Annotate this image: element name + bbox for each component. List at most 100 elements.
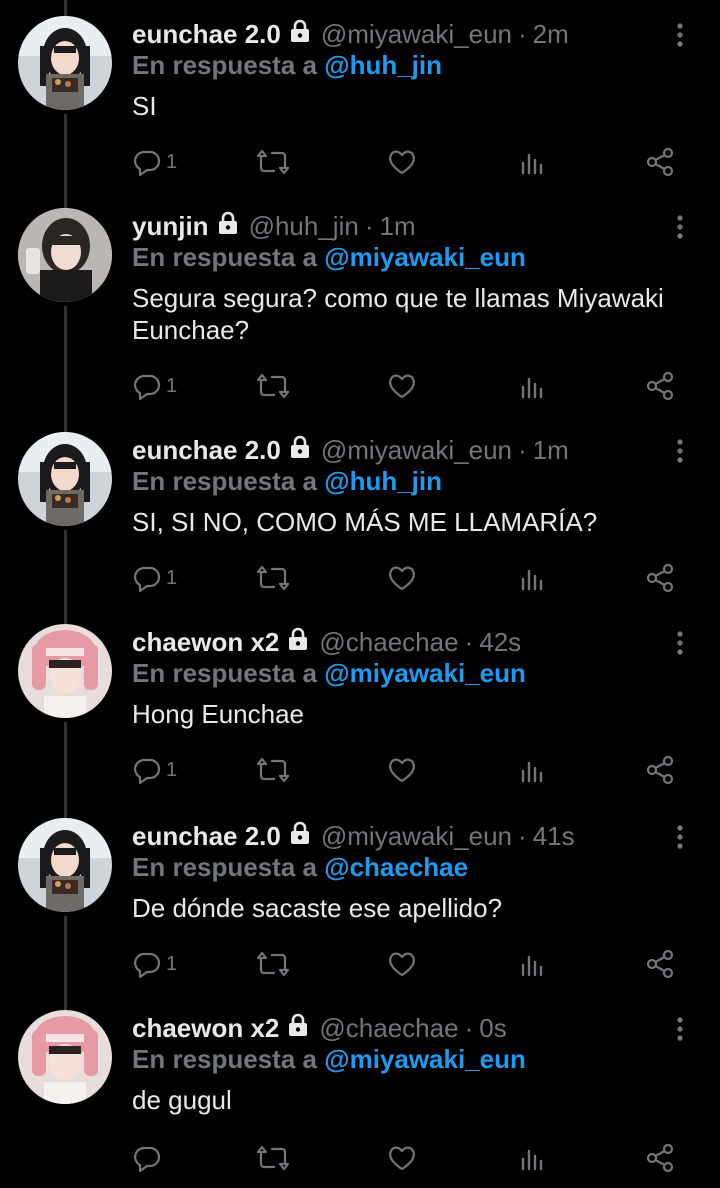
heart-icon <box>386 563 418 593</box>
timestamp[interactable]: 0s <box>479 1013 506 1044</box>
reply-button[interactable]: 1 <box>132 366 177 406</box>
replying-to: En respuesta a @chaechae <box>132 852 468 883</box>
more-vertical-icon[interactable] <box>670 628 690 658</box>
like-button[interactable] <box>386 944 418 984</box>
analytics-icon <box>518 371 546 401</box>
replying-to: En respuesta a @miyawaki_eun <box>132 658 526 689</box>
more-vertical-icon[interactable] <box>670 1014 690 1044</box>
reply-button[interactable]: 1 <box>132 142 177 182</box>
retweet-button[interactable] <box>256 366 290 406</box>
lock-icon <box>287 820 313 853</box>
heart-icon <box>386 147 418 177</box>
reply-button[interactable]: 1 <box>132 750 177 790</box>
display-name[interactable]: chaewon x2 <box>132 627 279 658</box>
share-button[interactable] <box>644 750 676 790</box>
timestamp[interactable]: 1m <box>379 211 415 242</box>
share-button[interactable] <box>644 944 676 984</box>
display-name[interactable]: chaewon x2 <box>132 1013 279 1044</box>
user-handle[interactable]: @chaechae <box>319 1013 458 1044</box>
display-name[interactable]: eunchae 2.0 <box>132 435 281 466</box>
share-button[interactable] <box>644 558 676 598</box>
share-icon <box>644 1142 676 1174</box>
views-button[interactable] <box>518 944 546 984</box>
display-name[interactable]: yunjin <box>132 211 209 242</box>
tweet-header: eunchae 2.0 @miyawaki_eun · 41s <box>132 818 575 854</box>
reply-button[interactable]: 1 <box>132 558 177 598</box>
timestamp[interactable]: 42s <box>479 627 521 658</box>
reply-to-handle[interactable]: @miyawaki_eun <box>324 658 526 688</box>
share-button[interactable] <box>644 142 676 182</box>
views-button[interactable] <box>518 1138 546 1178</box>
like-button[interactable] <box>386 750 418 790</box>
lock-icon <box>287 18 313 51</box>
tweet-header: chaewon x2 @chaechae · 42s <box>132 624 521 660</box>
share-icon <box>644 146 676 178</box>
retweet-icon <box>256 755 290 785</box>
reply-to-handle[interactable]: @huh_jin <box>324 50 442 80</box>
tweet-actions: 1 <box>132 366 692 406</box>
timestamp[interactable]: 1m <box>533 435 569 466</box>
separator-dot: · <box>364 210 374 241</box>
more-vertical-icon[interactable] <box>670 20 690 50</box>
more-vertical-icon[interactable] <box>670 822 690 852</box>
tweet-actions: 1 <box>132 142 692 182</box>
analytics-icon <box>518 755 546 785</box>
avatar[interactable] <box>18 624 112 718</box>
like-button[interactable] <box>386 142 418 182</box>
reply-count: 1 <box>166 150 178 173</box>
like-button[interactable] <box>386 558 418 598</box>
tweet-header: eunchae 2.0 @miyawaki_eun · 1m <box>132 432 569 468</box>
replying-to: En respuesta a @huh_jin <box>132 50 442 81</box>
retweet-icon <box>256 371 290 401</box>
retweet-button[interactable] <box>256 142 290 182</box>
tweet-text: De dónde sacaste ese apellido? <box>132 893 503 923</box>
avatar[interactable] <box>18 818 112 912</box>
tweet-text: Segura segura? como que te llamas Miyawa… <box>132 283 664 345</box>
like-button[interactable] <box>386 1138 418 1178</box>
reply-button[interactable] <box>132 1138 166 1178</box>
views-button[interactable] <box>518 142 546 182</box>
reply-prefix: En respuesta a <box>132 852 317 882</box>
more-vertical-icon[interactable] <box>670 436 690 466</box>
user-handle[interactable]: @miyawaki_eun <box>321 821 512 852</box>
user-handle[interactable]: @miyawaki_eun <box>321 435 512 466</box>
lock-icon <box>215 210 241 243</box>
avatar[interactable] <box>18 432 112 526</box>
user-handle[interactable]: @chaechae <box>319 627 458 658</box>
display-name[interactable]: eunchae 2.0 <box>132 821 281 852</box>
avatar[interactable] <box>18 208 112 302</box>
reply-to-handle[interactable]: @miyawaki_eun <box>324 1044 526 1074</box>
user-handle[interactable]: @huh_jin <box>249 211 359 242</box>
like-button[interactable] <box>386 366 418 406</box>
thread-line <box>64 114 67 208</box>
reply-to-handle[interactable]: @huh_jin <box>324 466 442 496</box>
avatar[interactable] <box>18 1010 112 1104</box>
reply-button[interactable]: 1 <box>132 944 177 984</box>
user-handle[interactable]: @miyawaki_eun <box>321 19 512 50</box>
reply-count: 1 <box>166 374 178 397</box>
avatar[interactable] <box>18 16 112 110</box>
heart-icon <box>386 755 418 785</box>
share-button[interactable] <box>644 366 676 406</box>
thread-line <box>64 722 67 818</box>
tweet-actions: 1 <box>132 750 692 790</box>
timestamp[interactable]: 41s <box>533 821 575 852</box>
retweet-button[interactable] <box>256 558 290 598</box>
retweet-button[interactable] <box>256 750 290 790</box>
more-vertical-icon[interactable] <box>670 212 690 242</box>
views-button[interactable] <box>518 558 546 598</box>
reply-prefix: En respuesta a <box>132 242 317 272</box>
retweet-button[interactable] <box>256 944 290 984</box>
views-button[interactable] <box>518 750 546 790</box>
reply-to-handle[interactable]: @chaechae <box>324 852 468 882</box>
share-button[interactable] <box>644 1138 676 1178</box>
tweet-text: Hong Eunchae <box>132 699 305 729</box>
reply-prefix: En respuesta a <box>132 658 317 688</box>
views-button[interactable] <box>518 366 546 406</box>
retweet-button[interactable] <box>256 1138 290 1178</box>
analytics-icon <box>518 949 546 979</box>
reply-to-handle[interactable]: @miyawaki_eun <box>324 242 526 272</box>
display-name[interactable]: eunchae 2.0 <box>132 19 281 50</box>
tweet-actions: 1 <box>132 944 692 984</box>
timestamp[interactable]: 2m <box>533 19 569 50</box>
